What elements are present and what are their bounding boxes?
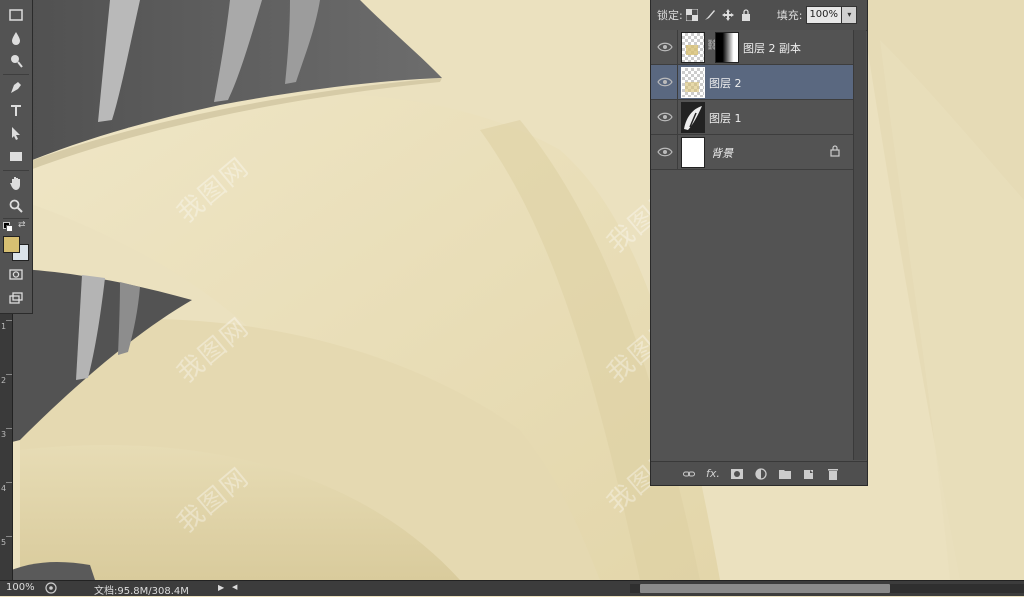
pen-tool-icon[interactable] [6,77,26,97]
add-mask-icon[interactable] [725,465,749,483]
blur-drop-tool-icon[interactable] [6,28,26,48]
layer-name[interactable]: 图层 1 [709,110,742,126]
layer-row[interactable]: 图层 1 [651,100,853,135]
visibility-eye-icon[interactable] [657,41,673,53]
type-tool-icon[interactable] [6,100,26,120]
ruler-label: 1 [1,322,7,331]
lock-transparent-pixels-icon[interactable] [683,6,701,24]
default-colors-icon[interactable] [3,222,13,232]
adjustment-layer-icon[interactable] [749,465,773,483]
visibility-eye-icon[interactable] [657,111,673,123]
layer-row[interactable]: 背景 [651,135,853,170]
layer-list: ⛓ 图层 2 副本 图层 2 图层 1 背景 [651,30,853,460]
link-layers-icon[interactable] [677,465,701,483]
lock-bar: 锁定: 填充: 100% ▾ [651,0,867,31]
layer-thumbnail[interactable] [681,137,705,168]
quick-mask-icon[interactable] [6,264,26,284]
horizontal-scrollbar-thumb[interactable] [640,584,890,593]
layer-name[interactable]: 图层 2 副本 [743,40,801,56]
lock-image-pixels-icon[interactable] [701,6,719,24]
toolbox: ⇄ [0,0,33,314]
zoom-tool-icon[interactable] [6,196,26,216]
vertical-ruler[interactable]: 1 2 3 4 5 [0,310,13,580]
layer-mask-thumbnail[interactable] [715,32,739,63]
layers-scrollbar[interactable] [853,30,866,460]
scroll-left-arrow-icon[interactable]: ◀ [232,583,237,591]
ruler-label: 5 [1,538,7,547]
path-selection-tool-icon[interactable] [6,123,26,143]
ruler-label: 4 [1,484,7,493]
screen-mode-icon[interactable] [6,288,26,308]
layer-lock-icon [830,145,840,157]
ruler-label: 2 [1,376,7,385]
trash-icon[interactable] [821,465,845,483]
foreground-color-swatch[interactable] [3,236,20,253]
visibility-eye-icon[interactable] [657,76,673,88]
artwork [0,0,1024,580]
fill-label: 填充: [776,9,803,22]
layers-panel: 锁定: 填充: 100% ▾ ⛓ 图层 2 副本 图层 2 图层 1 背景 fx… [650,0,868,486]
fill-dropdown-icon[interactable]: ▾ [842,6,858,24]
layer-name[interactable]: 背景 [711,145,733,161]
lock-position-icon[interactable] [719,6,737,24]
layer-thumbnail[interactable] [681,102,705,133]
ruler-label: 3 [1,430,7,439]
swap-colors-icon[interactable]: ⇄ [18,220,26,230]
layer-thumbnail[interactable] [681,67,705,98]
folder-icon[interactable] [773,465,797,483]
status-info-icon[interactable] [44,582,58,594]
layer-name[interactable]: 图层 2 [709,75,742,91]
visibility-eye-icon[interactable] [657,146,673,158]
rectangle-marquee-tool-icon[interactable] [6,5,26,25]
layer-thumbnail[interactable] [681,32,705,63]
document-canvas[interactable]: 我图网 我图网 我图网 我图网 我图网 我图网 [0,0,1024,580]
new-layer-icon[interactable] [797,465,821,483]
fill-input[interactable]: 100% [806,6,843,24]
zoom-level[interactable]: 100% [6,582,35,593]
hand-tool-icon[interactable] [6,173,26,193]
fx-icon[interactable]: fx. [701,465,725,483]
lock-all-icon[interactable] [737,6,755,24]
layer-row[interactable]: ⛓ 图层 2 副本 [651,30,853,65]
layer-row[interactable]: 图层 2 [651,65,853,100]
layers-footer: fx. [651,461,867,485]
status-menu-arrow-icon[interactable]: ▶ [218,583,224,592]
dodge-tool-icon[interactable] [6,51,26,71]
rectangle-shape-tool-icon[interactable] [6,146,26,166]
status-bar: 100% 文档:95.8M/308.4M ▶ ◀ [0,580,1024,597]
lock-label: 锁定: [657,9,683,22]
